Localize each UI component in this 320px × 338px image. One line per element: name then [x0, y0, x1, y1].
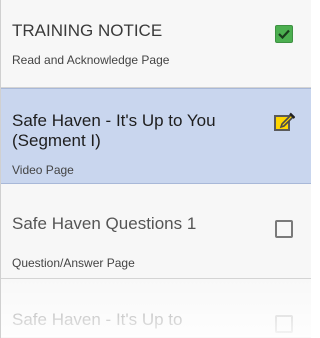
list-item-safe-haven-segment-1[interactable]: Safe Haven - It's Up to You (Segment I) … — [1, 88, 311, 184]
item-title: TRAINING NOTICE — [12, 21, 163, 40]
empty-checkbox-icon[interactable] — [275, 220, 293, 238]
checkmark-icon[interactable] — [275, 25, 293, 43]
item-title: Safe Haven - It's Up to You (Segment I) — [12, 111, 216, 150]
page-list-panel: TRAINING NOTICE Read and Acknowledge Pag… — [0, 0, 311, 338]
item-subtitle: Question/Answer Page — [12, 256, 135, 270]
item-subtitle: Read and Acknowledge Page — [12, 53, 170, 67]
list-item-safe-haven-questions-1[interactable]: Safe Haven Questions 1 Question/Answer P… — [1, 184, 311, 279]
list-item-safe-haven-next[interactable]: Safe Haven - It's Up to — [1, 279, 311, 338]
edit-icon[interactable] — [273, 111, 296, 133]
empty-checkbox-icon[interactable] — [275, 315, 293, 333]
item-title: Safe Haven Questions 1 — [12, 214, 197, 233]
item-subtitle: Video Page — [12, 163, 74, 177]
list-item-training-notice[interactable]: TRAINING NOTICE Read and Acknowledge Pag… — [1, 0, 311, 88]
item-title: Safe Haven - It's Up to — [12, 310, 183, 329]
